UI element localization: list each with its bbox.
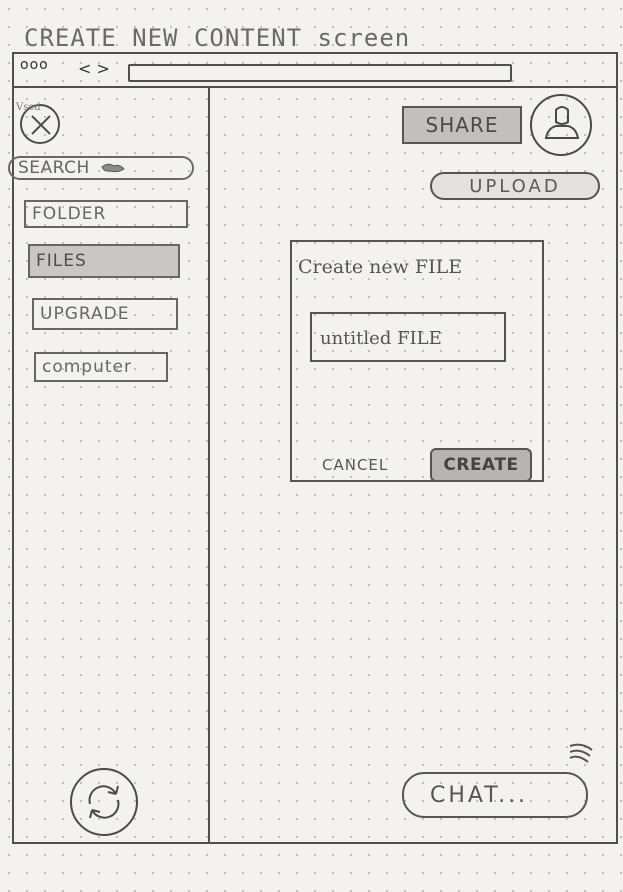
sidebar-item-upgrade[interactable]: UPGRADE: [32, 298, 178, 330]
sync-icon: [88, 785, 120, 819]
cancel-button[interactable]: CANCEL: [322, 456, 388, 474]
share-button[interactable]: SHARE: [402, 106, 522, 144]
dialog-title: Create new FILE: [298, 256, 463, 278]
logo[interactable]: Vsed: [16, 102, 60, 144]
sidebar-item-files[interactable]: FILES: [28, 244, 180, 278]
search-input[interactable]: SEARCH: [8, 156, 194, 180]
browser-toolbar: ooo < >: [14, 54, 616, 88]
sidebar-item-computer[interactable]: computer: [34, 352, 168, 382]
avatar[interactable]: [530, 94, 592, 156]
create-file-dialog: Create new FILE untitled FILE CANCEL CRE…: [290, 240, 544, 482]
sidebar: Vsed SEARCH FOLDER FILES UPGRADE compute…: [8, 88, 210, 842]
sync-button[interactable]: [70, 768, 138, 836]
browser-window: ooo < > Vsed SEARCH FOLDER FILES UPGRADE…: [8, 52, 618, 844]
create-button[interactable]: CREATE: [430, 448, 532, 482]
window-controls[interactable]: ooo: [20, 57, 49, 73]
upload-button[interactable]: UPLOAD: [430, 172, 600, 200]
chat-signal-icon: [569, 743, 593, 763]
address-bar[interactable]: [128, 64, 512, 82]
logo-x-icon: [31, 115, 51, 135]
chat-button[interactable]: CHAT...: [402, 772, 588, 818]
sidebar-item-folder[interactable]: FOLDER: [24, 200, 188, 228]
avatar-person-icon: [544, 106, 580, 139]
filename-input[interactable]: untitled FILE: [310, 312, 506, 362]
nav-arrows[interactable]: < >: [78, 59, 110, 78]
screen-title: CREATE NEW CONTENT screen: [24, 24, 411, 52]
search-icon: [101, 163, 125, 173]
search-label: SEARCH: [18, 158, 90, 178]
